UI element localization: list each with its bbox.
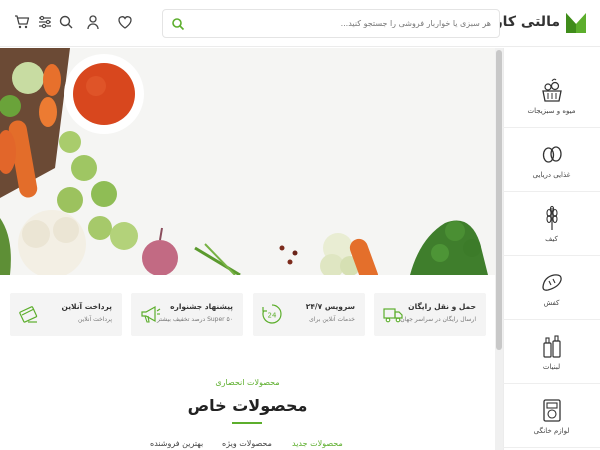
eggs-icon	[542, 145, 562, 163]
sidebar-item-shoes[interactable]: کفش	[503, 256, 600, 320]
feature-online-payment: پرداخت آنلاین پرداخت آنلاین	[10, 293, 122, 336]
tab-new-products[interactable]: محصولات جدید	[292, 439, 343, 448]
feature-support: سرویس ۲۴/۷ خدمات آنلاین برای 24	[253, 293, 365, 336]
bread-icon	[541, 273, 562, 291]
section-subtitle: محصولات انحصاری	[215, 378, 280, 387]
sidebar-item-label: کفش	[543, 298, 560, 307]
sidebar-item-dairy[interactable]: لبنیات	[503, 320, 600, 384]
vegetables-basket-icon	[541, 78, 562, 102]
sidebar-item-label: لبنیات	[542, 362, 561, 371]
wheat-icon	[545, 205, 558, 230]
tab-featured-products[interactable]: محصولات ویژه	[222, 439, 272, 448]
logo-mark-icon	[566, 13, 586, 33]
search-icon[interactable]	[58, 14, 74, 30]
sidebar-item-bags[interactable]: کیف	[503, 192, 600, 256]
sidebar-item-label: میوه و سبزیجات	[527, 106, 576, 115]
scrollbar-thumb[interactable]	[496, 50, 502, 350]
cart-icon[interactable]	[14, 14, 30, 30]
truck-icon	[383, 308, 403, 323]
feature-title: سرویس ۲۴/۷	[305, 302, 355, 311]
card-payment-icon	[19, 306, 38, 323]
feature-subtitle: پرداخت آنلاین	[78, 316, 112, 323]
search-submit-icon[interactable]	[171, 17, 185, 31]
bottles-icon	[542, 334, 561, 358]
feature-subtitle: ارسال رایگان در سراسر جهان	[400, 316, 476, 323]
megaphone-icon	[141, 305, 161, 323]
svg-text:24: 24	[268, 312, 277, 320]
sidebar-item-label: لوازم خانگی	[533, 426, 570, 435]
feature-free-shipping: حمل و نقل رایگان ارسال رایگان در سراسر ج…	[374, 293, 486, 336]
search-input[interactable]	[189, 10, 499, 37]
features-section: حمل و نقل رایگان ارسال رایگان در سراسر ج…	[0, 275, 495, 450]
title-underline	[232, 422, 262, 424]
sidebar-item-label: غذایی دریایی	[532, 170, 571, 179]
filter-icon[interactable]	[37, 14, 53, 30]
heart-icon[interactable]	[117, 14, 133, 30]
feature-title: پرداخت آنلاین	[61, 302, 112, 311]
search-bar	[162, 9, 500, 38]
header: مالتی کارت	[0, 0, 600, 47]
support-24-icon: 24	[262, 304, 282, 324]
appliance-icon	[542, 398, 561, 422]
feature-subtitle: Super ۵۰ درصد تخفیف بیشتر	[156, 316, 233, 323]
feature-title: حمل و نقل رایگان	[408, 302, 476, 311]
hero-vegetables-image	[0, 48, 495, 275]
sidebar-item-fruits-vegetables[interactable]: میوه و سبزیجات	[503, 64, 600, 128]
feature-subtitle: خدمات آنلاین برای	[309, 316, 355, 323]
section-title: محصولات خاص	[187, 396, 308, 415]
hero-banner[interactable]	[0, 48, 495, 275]
sidebar-item-seafood[interactable]: غذایی دریایی	[503, 128, 600, 192]
scrollbar[interactable]	[495, 48, 503, 450]
sidebar-item-home-appliances[interactable]: لوازم خانگی	[503, 384, 600, 448]
feature-title: پیشنهاد جشنواره	[170, 302, 233, 311]
sidebar-item-label: کیف	[545, 234, 558, 243]
category-sidebar: میوه و سبزیجات غذایی دریایی کیف کفش لبنی…	[503, 48, 600, 450]
user-icon[interactable]	[85, 14, 101, 30]
tab-best-sellers[interactable]: بهترین فروشنده	[150, 439, 203, 448]
feature-festival-offer: پیشنهاد جشنواره Super ۵۰ درصد تخفیف بیشت…	[131, 293, 243, 336]
